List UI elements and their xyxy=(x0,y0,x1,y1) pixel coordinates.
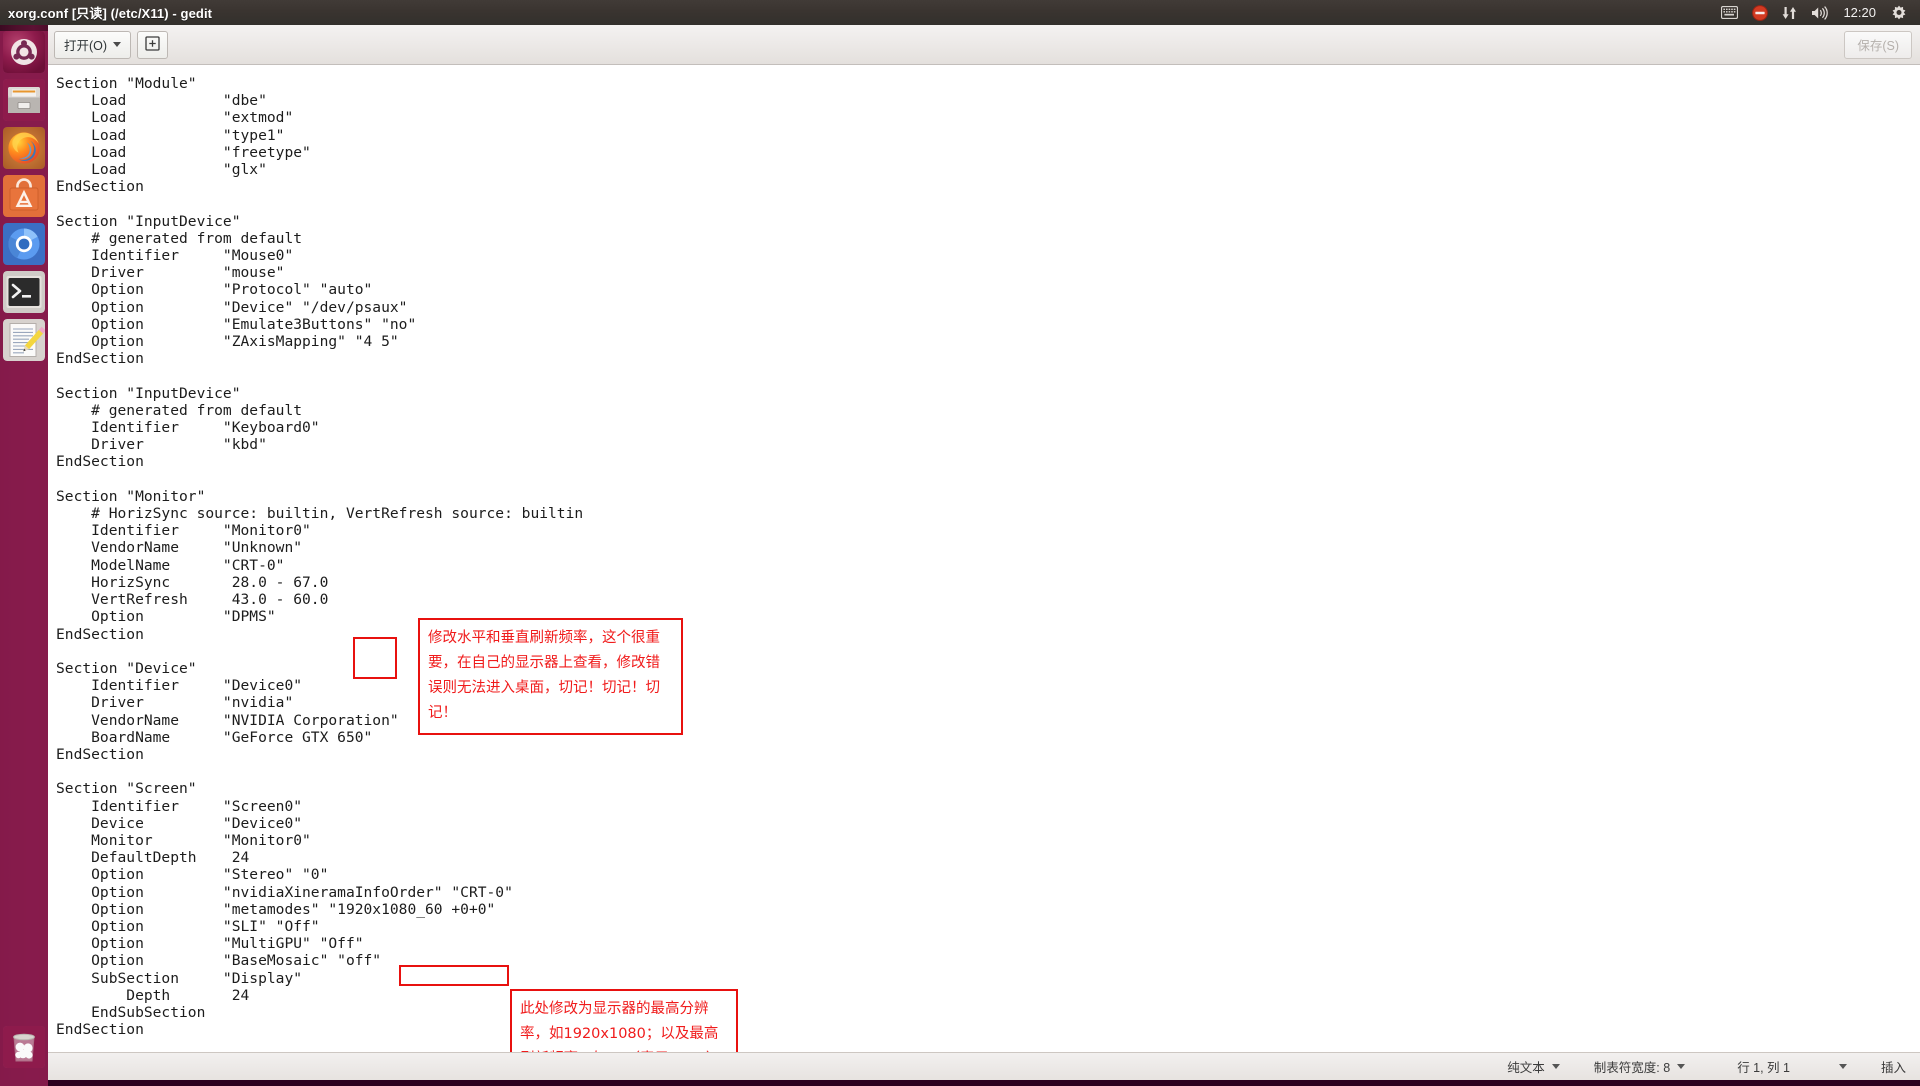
editor-area[interactable]: Section "Module" Load "dbe" Load "extmod… xyxy=(48,65,1920,1052)
status-cursor-position[interactable]: 行 1, 列 1 xyxy=(1737,1057,1847,1076)
status-language-label: 纯文本 xyxy=(1507,1061,1545,1075)
launcher-trash-wrap xyxy=(0,1020,48,1068)
launcher-item-dash-home[interactable] xyxy=(3,31,45,73)
top-panel: xorg.conf [只读] (/etc/X11) - gedit 12:20 xyxy=(0,0,1920,25)
network-updown-icon[interactable] xyxy=(1775,0,1804,25)
clock[interactable]: 12:20 xyxy=(1835,5,1884,20)
system-tray: 12:20 xyxy=(1714,0,1920,25)
status-cursor-position-label: 行 1, 列 1 xyxy=(1737,1061,1790,1075)
status-language[interactable]: 纯文本 xyxy=(1507,1057,1560,1076)
new-document-icon xyxy=(145,35,160,54)
gedit-window: 打开(O) 保存(S) Section "Module" Load "dbe" … xyxy=(48,25,1920,1080)
chevron-down-icon xyxy=(1838,1064,1847,1069)
new-document-button[interactable] xyxy=(137,30,169,59)
session-gear-icon[interactable] xyxy=(1884,0,1914,25)
launcher-item-ubuntu-software[interactable] xyxy=(3,175,45,217)
unity-launcher xyxy=(0,25,48,1086)
save-button[interactable]: 保存(S) xyxy=(1844,30,1912,59)
open-file-button[interactable]: 打开(O) xyxy=(54,30,132,59)
launcher-item-files[interactable] xyxy=(3,79,45,121)
window-title: xorg.conf [只读] (/etc/X11) - gedit xyxy=(8,6,213,21)
do-not-disturb-icon[interactable] xyxy=(1745,0,1775,25)
annotation-refresh-rate: 修改水平和垂直刷新频率，这个很重要，在自己的显示器上查看，修改错误则无法进入桌面… xyxy=(418,618,683,735)
launcher-item-gedit[interactable] xyxy=(3,319,45,361)
launcher-item-terminal[interactable] xyxy=(3,271,45,313)
volume-icon[interactable] xyxy=(1804,0,1835,25)
annotation-resolution: 此处修改为显示器的最高分辨率，如1920x1080；以及最高刷新频率，如60（表… xyxy=(510,989,738,1052)
launcher-item-trash[interactable] xyxy=(3,1026,45,1068)
keyboard-icon[interactable] xyxy=(1714,0,1745,25)
status-bar: 纯文本 制表符宽度: 8 行 1, 列 1 插入 xyxy=(48,1052,1920,1080)
chevron-down-icon xyxy=(1677,1064,1686,1069)
open-file-label: 打开(O) xyxy=(64,39,108,53)
save-button-label: 保存(S) xyxy=(1857,39,1899,53)
status-tab-width[interactable]: 制表符宽度: 8 xyxy=(1593,1057,1686,1076)
gedit-toolbar: 打开(O) 保存(S) xyxy=(48,25,1920,65)
launcher-item-chromium[interactable] xyxy=(3,223,45,265)
status-insert-mode-label: 插入 xyxy=(1880,1061,1906,1075)
chevron-down-icon xyxy=(113,42,122,47)
status-insert-mode[interactable]: 插入 xyxy=(1881,1057,1906,1076)
editor-text[interactable]: Section "Module" Load "dbe" Load "extmod… xyxy=(56,75,583,1038)
status-tab-width-label: 制表符宽度: 8 xyxy=(1593,1061,1671,1075)
chevron-down-icon xyxy=(1551,1064,1560,1069)
launcher-item-firefox[interactable] xyxy=(3,127,45,169)
